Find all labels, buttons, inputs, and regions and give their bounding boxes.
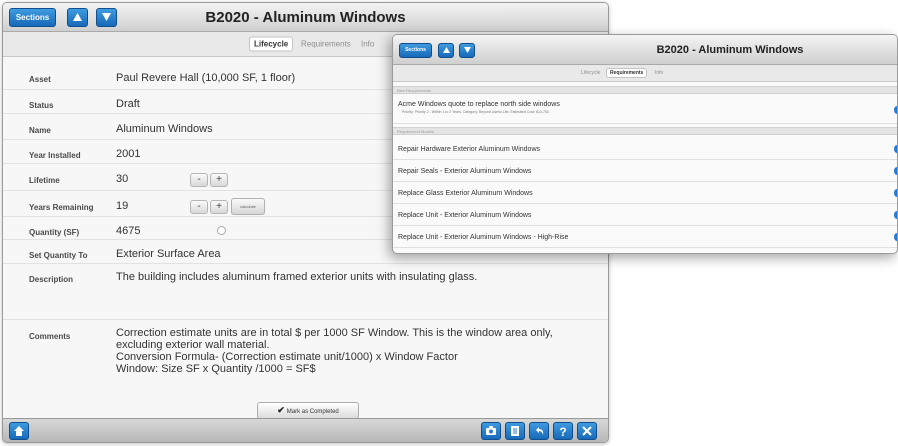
model-label: Replace Unit - Exterior Aluminum Windows — [398, 212, 532, 219]
disclosure-icon — [894, 211, 897, 219]
window-title: B2020 - Aluminum Windows — [205, 9, 406, 26]
bottom-toolbar: ? — [3, 418, 608, 442]
requirement-models-header: Requirement Models — [393, 127, 897, 135]
mark-as-completed-button[interactable]: ✔ Mark as Completed — [257, 402, 359, 419]
lifetime-value[interactable]: 30 — [116, 173, 128, 185]
year-installed-label: Year Installed — [29, 151, 81, 160]
lifetime-increment-button[interactable]: + — [210, 173, 228, 187]
model-label: Replace Unit - Exterior Aluminum Windows… — [398, 234, 569, 241]
description-label: Description — [29, 275, 74, 284]
tab-requirements[interactable]: Requirements — [606, 68, 648, 78]
camera-icon — [486, 426, 496, 435]
disclosure-icon — [894, 106, 897, 114]
mark-as-completed-label: Mark as Completed — [286, 409, 339, 415]
model-label: Repair Hardware Exterior Aluminum Window… — [398, 146, 540, 153]
title-bar: Sections B2020 - Aluminum Windows — [3, 3, 608, 32]
tab-bar: Lifecycle Requirements Info — [393, 65, 897, 82]
asset-value: Paul Revere Hall (10,000 SF, 1 floor) — [116, 72, 296, 84]
requirements-window: Sections B2020 - Aluminum Windows Lifecy… — [392, 34, 898, 254]
tab-lifecycle[interactable]: Lifecycle — [249, 36, 294, 52]
home-icon — [14, 426, 24, 436]
document-button[interactable] — [505, 422, 525, 440]
requirement-item[interactable]: Acme Windows quote to replace north side… — [393, 95, 897, 124]
year-installed-value: 2001 — [116, 148, 141, 160]
undo-button[interactable] — [529, 422, 549, 440]
disclosure-icon — [894, 233, 897, 241]
comments-value: Correction estimate units are in total $… — [116, 327, 553, 375]
title-bar: Sections B2020 - Aluminum Windows — [393, 35, 897, 65]
requirement-title: Acme Windows quote to replace north side… — [398, 101, 560, 108]
document-icon — [511, 426, 519, 436]
tab-lifecycle[interactable]: Lifecycle — [581, 70, 600, 76]
years-remaining-decrement-button[interactable]: - — [190, 200, 208, 214]
home-button[interactable] — [9, 422, 29, 440]
model-label: Replace Glass Exterior Aluminum Windows — [398, 190, 533, 197]
lifetime-label: Lifetime — [29, 176, 60, 185]
divider — [3, 319, 608, 320]
divider — [3, 263, 608, 264]
quantity-toggle[interactable] — [217, 226, 226, 235]
lifetime-decrement-button[interactable]: - — [190, 173, 208, 187]
status-value: Draft — [116, 98, 140, 110]
description-value: The building includes aluminum framed ex… — [116, 271, 478, 283]
set-quantity-label: Set Quantity To — [29, 251, 88, 260]
model-item[interactable]: Repair Hardware Exterior Aluminum Window… — [393, 139, 897, 160]
model-item[interactable]: Replace Unit - Exterior Aluminum Windows… — [393, 227, 897, 248]
requirement-detail: Priority: Priority 2 - Within 1 to 2 Yea… — [402, 110, 550, 114]
name-label: Name — [29, 126, 51, 135]
tab-info[interactable]: Info — [361, 40, 374, 49]
tools-button[interactable] — [577, 422, 597, 440]
years-remaining-increment-button[interactable]: + — [210, 200, 228, 214]
disclosure-icon — [894, 145, 897, 153]
tools-icon — [582, 426, 592, 436]
model-label: Repair Seals - Exterior Aluminum Windows — [398, 168, 532, 175]
disclosure-icon — [894, 189, 897, 197]
model-item[interactable]: Repair Seals - Exterior Aluminum Windows — [393, 161, 897, 182]
undo-arrow-icon — [536, 427, 544, 435]
set-quantity-value: Exterior Surface Area — [116, 248, 221, 260]
quantity-value[interactable]: 4675 — [116, 225, 140, 237]
help-button[interactable]: ? — [553, 422, 573, 440]
tab-requirements[interactable]: Requirements — [301, 40, 351, 49]
asset-label: Asset — [29, 75, 51, 84]
status-label: Status — [29, 101, 54, 110]
comments-label: Comments — [29, 332, 71, 341]
model-item[interactable]: Replace Glass Exterior Aluminum Windows — [393, 183, 897, 204]
disclosure-icon — [894, 167, 897, 175]
new-requirements-header: New Requirements — [393, 86, 897, 94]
camera-button[interactable] — [481, 422, 501, 440]
quantity-label: Quantity (SF) — [29, 228, 80, 237]
name-value: Aluminum Windows — [116, 123, 213, 135]
years-remaining-label: Years Remaining — [29, 203, 94, 212]
calculate-button[interactable]: calculate — [231, 198, 265, 215]
tab-info[interactable]: Info — [655, 70, 663, 76]
window-title: B2020 - Aluminum Windows — [656, 44, 804, 56]
model-item[interactable]: Replace Unit - Exterior Aluminum Windows — [393, 205, 897, 226]
years-remaining-value[interactable]: 19 — [116, 200, 128, 212]
checkmark-icon: ✔ — [277, 405, 285, 415]
